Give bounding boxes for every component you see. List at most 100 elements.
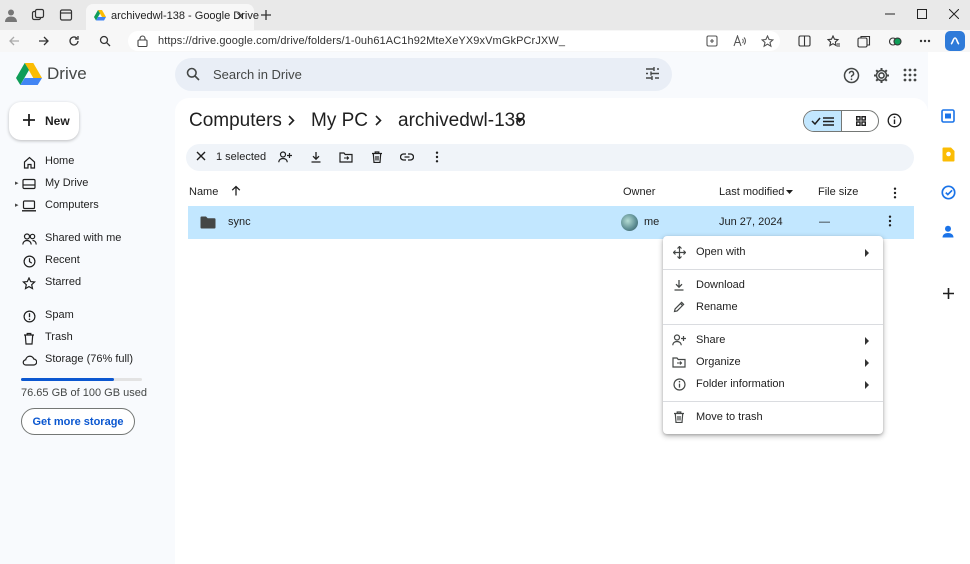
table-row[interactable]: sync me Jun 27, 2024 —	[188, 206, 914, 239]
drive-brand[interactable]: Drive	[47, 64, 87, 84]
search-icon[interactable]	[186, 67, 200, 81]
sidebar-item-spam[interactable]: Spam	[15, 306, 165, 326]
sidebar-item-my-drive[interactable]: ▸ My Drive	[15, 174, 165, 194]
browser-menu-icon[interactable]	[916, 32, 934, 50]
split-screen-icon[interactable]	[795, 32, 813, 50]
favorites-icon[interactable]	[825, 32, 843, 50]
lock-icon[interactable]	[137, 35, 148, 47]
menu-item-label: Open with	[696, 246, 746, 258]
sidebar-item-recent[interactable]: Recent	[15, 251, 165, 271]
info-icon	[672, 377, 686, 391]
grid-view-button[interactable]	[842, 111, 878, 131]
sidebar-item-label: Trash	[45, 331, 73, 343]
refresh-icon[interactable]	[65, 32, 83, 50]
menu-item-open-with[interactable]: Open with	[663, 242, 883, 264]
copy-link-icon[interactable]	[399, 149, 415, 165]
profile-icon[interactable]	[2, 6, 20, 24]
sidebar-item-shared[interactable]: Shared with me	[15, 229, 165, 249]
search-page-icon[interactable]	[96, 32, 114, 50]
new-tab-icon[interactable]	[257, 6, 275, 24]
settings-gear-icon[interactable]	[871, 65, 891, 85]
sort-arrow-up-icon[interactable]	[231, 185, 241, 196]
breadcrumb-current-folder[interactable]: archivedwl-138	[398, 110, 526, 132]
sidebar-item-starred[interactable]: Starred	[15, 273, 165, 293]
drive-logo-icon[interactable]	[16, 63, 42, 85]
sidebar-item-label: Home	[45, 155, 75, 167]
breadcrumb-my-pc[interactable]: My PC	[311, 110, 368, 132]
row-more-actions-icon[interactable]	[888, 215, 892, 227]
column-options-icon[interactable]	[893, 187, 897, 199]
get-more-storage-button[interactable]: Get more storage	[21, 408, 135, 435]
add-addon-icon[interactable]	[939, 284, 957, 302]
back-icon[interactable]	[5, 32, 23, 50]
column-header-modified[interactable]: Last modified	[719, 186, 784, 198]
url-text: https://drive.google.com/drive/folders/1…	[158, 35, 566, 47]
browser-tab[interactable]: archivedwl-138 - Google Drive ✕	[86, 4, 259, 30]
menu-item-folder-information[interactable]: Folder information	[663, 374, 883, 396]
column-header-size[interactable]: File size	[818, 186, 858, 198]
column-header-owner[interactable]: Owner	[623, 186, 655, 198]
file-size: —	[819, 216, 830, 228]
side-panel	[928, 52, 970, 564]
search-input[interactable]: Search in Drive	[175, 58, 672, 91]
owner-avatar	[621, 214, 638, 231]
list-view-button[interactable]	[804, 111, 842, 131]
sidebar-item-trash[interactable]: Trash	[15, 328, 165, 348]
share-person-icon[interactable]	[277, 149, 293, 165]
new-button[interactable]: New	[9, 102, 79, 140]
clock-icon	[21, 253, 37, 269]
menu-item-move-to-trash[interactable]: Move to trash	[663, 407, 883, 429]
calendar-icon[interactable]	[939, 107, 957, 125]
help-icon[interactable]	[841, 65, 861, 85]
tab-actions-icon[interactable]	[57, 6, 75, 24]
favorite-star-icon[interactable]	[760, 34, 774, 48]
expand-arrow-icon[interactable]: ▸	[15, 179, 19, 187]
storage-progress-bar	[21, 378, 142, 381]
sidebar-item-home[interactable]: Home	[15, 152, 165, 172]
menu-item-download[interactable]: Download	[663, 275, 883, 297]
address-bar[interactable]: https://drive.google.com/drive/folders/1…	[128, 31, 780, 51]
tasks-icon[interactable]	[939, 183, 957, 201]
menu-item-rename[interactable]: Rename	[663, 297, 883, 319]
extensions-icon[interactable]	[886, 32, 904, 50]
window-close-icon[interactable]	[945, 6, 963, 22]
contacts-icon[interactable]	[939, 222, 957, 240]
breadcrumb-computers[interactable]: Computers	[189, 110, 282, 132]
app-install-icon[interactable]	[705, 34, 719, 48]
breadcrumb-chevron-icon	[375, 115, 382, 126]
trash-icon	[672, 410, 686, 424]
expand-arrow-icon[interactable]: ▸	[15, 201, 19, 209]
organize-folder-icon	[672, 355, 686, 369]
sidebar-item-storage[interactable]: Storage (76% full)	[15, 350, 165, 370]
view-toggle[interactable]	[803, 110, 879, 132]
new-button-label: New	[45, 114, 70, 128]
workspaces-icon[interactable]	[29, 6, 47, 24]
menu-item-organize[interactable]: Organize	[663, 352, 883, 374]
sidebar-item-label: Spam	[45, 309, 74, 321]
file-name: sync	[228, 216, 251, 228]
keep-icon[interactable]	[939, 145, 957, 163]
read-aloud-icon[interactable]	[732, 34, 746, 48]
move-folder-icon[interactable]	[338, 149, 354, 165]
menu-item-share[interactable]: Share	[663, 330, 883, 352]
details-info-icon[interactable]	[887, 113, 902, 128]
delete-trash-icon[interactable]	[369, 149, 385, 165]
minimize-icon[interactable]	[881, 6, 899, 22]
tab-close-icon[interactable]: ✕	[236, 10, 245, 23]
download-icon[interactable]	[308, 149, 324, 165]
clear-selection-icon[interactable]	[195, 150, 207, 162]
menu-item-label: Rename	[696, 301, 738, 313]
search-options-icon[interactable]	[645, 66, 660, 81]
sidebar-item-label: Starred	[45, 276, 82, 288]
sidebar-item-computers[interactable]: ▸ Computers	[15, 196, 165, 216]
forward-icon[interactable]	[35, 32, 53, 50]
more-actions-icon[interactable]	[429, 149, 445, 165]
collections-icon[interactable]	[855, 32, 873, 50]
selection-action-bar: 1 selected	[186, 144, 914, 171]
column-header-name[interactable]: Name	[189, 186, 218, 198]
modified-dropdown-icon[interactable]	[786, 190, 793, 194]
folder-dropdown-icon[interactable]	[515, 118, 524, 123]
apps-grid-icon[interactable]	[900, 65, 920, 85]
copilot-icon[interactable]	[945, 31, 965, 51]
maximize-icon[interactable]	[913, 6, 931, 22]
